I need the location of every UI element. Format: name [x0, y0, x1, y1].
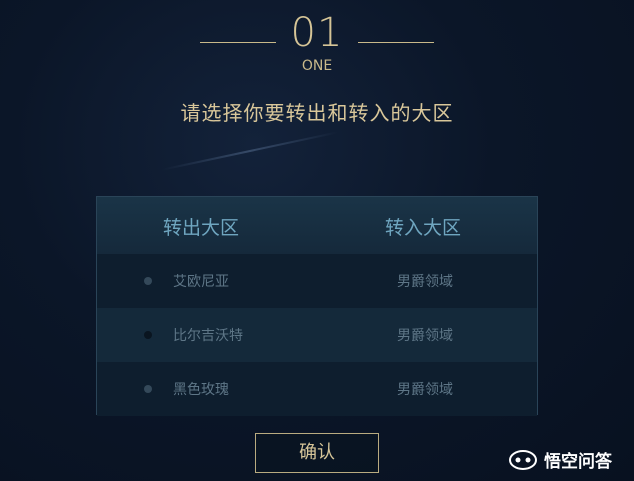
background-streak: [161, 131, 339, 171]
step-indicator: 01 ONE: [0, 10, 634, 80]
table-row[interactable]: 比尔吉沃特 男爵领域: [97, 308, 537, 362]
radio-dot-icon[interactable]: [144, 385, 152, 393]
transfer-out-server: 黑色玫瑰: [173, 382, 229, 398]
table-row[interactable]: 黑色玫瑰 男爵领域: [97, 362, 537, 416]
step-label: ONE: [301, 58, 333, 74]
wukong-logo-icon: [509, 450, 537, 470]
confirm-button[interactable]: 确认: [255, 433, 379, 473]
radio-dot-icon[interactable]: [144, 331, 152, 339]
transfer-in-server: 男爵领域: [397, 274, 453, 290]
table-row[interactable]: 艾欧尼亚 男爵领域: [97, 254, 537, 308]
step-number: 01: [290, 10, 344, 56]
transfer-in-server: 男爵领域: [397, 382, 453, 398]
radio-dot-icon[interactable]: [144, 277, 152, 285]
instruction-text: 请选择你要转出和转入的大区: [180, 101, 454, 125]
transfer-out-server: 比尔吉沃特: [173, 328, 243, 344]
server-transfer-table: 转出大区 转入大区 艾欧尼亚 男爵领域 比尔吉沃特 男爵领域 黑色玫瑰 男爵领域: [96, 196, 538, 416]
header-transfer-in: 转入大区: [385, 217, 462, 239]
watermark: 悟空问答: [508, 446, 612, 472]
watermark-text: 悟空问答: [544, 451, 612, 472]
table-header: 转出大区 转入大区: [97, 197, 537, 254]
transfer-in-server: 男爵领域: [397, 328, 453, 344]
header-transfer-out: 转出大区: [163, 217, 240, 239]
transfer-out-server: 艾欧尼亚: [173, 274, 229, 290]
